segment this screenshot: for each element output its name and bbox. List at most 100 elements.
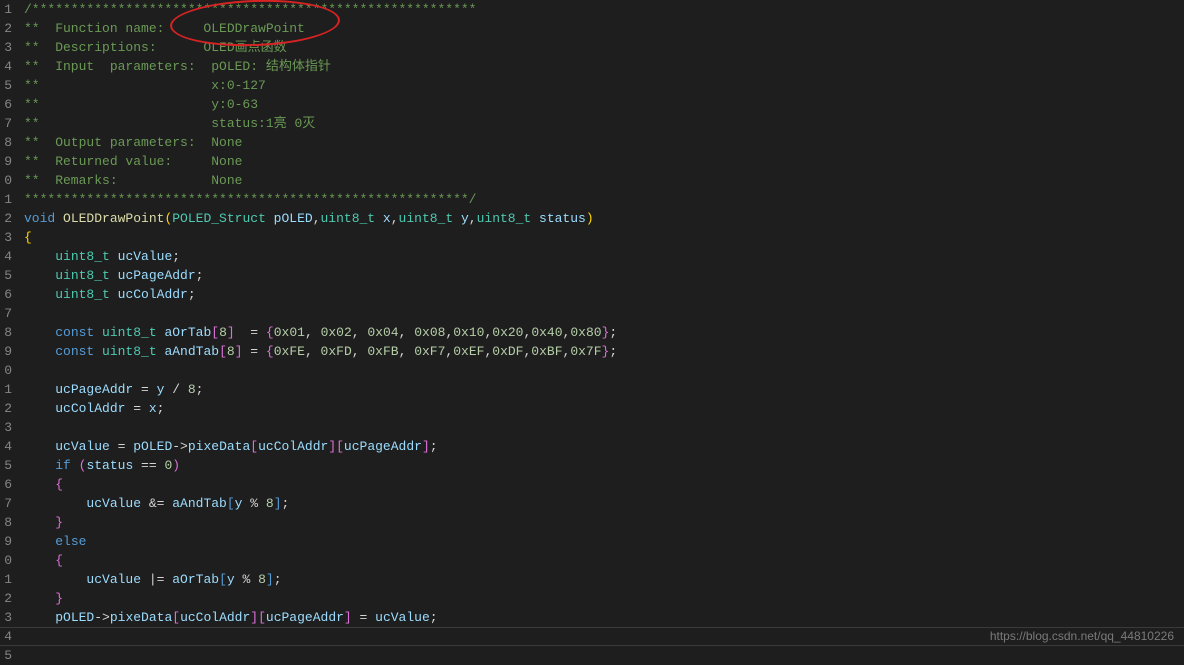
code-line[interactable]: ucValue |= aOrTab[y % 8]; [24, 570, 617, 589]
token: , [352, 325, 368, 340]
code-content[interactable]: /***************************************… [16, 0, 617, 652]
token: uint8_t [477, 211, 539, 226]
token: ; [609, 344, 617, 359]
line-number: 6 [0, 285, 12, 304]
code-line[interactable]: void OLEDDrawPoint(POLED_Struct pOLED,ui… [24, 209, 617, 228]
code-line[interactable]: ** Descriptions: OLED画点函数 [24, 38, 617, 57]
code-line[interactable]: uint8_t ucColAddr; [24, 285, 617, 304]
code-line[interactable]: ucPageAddr = y / 8; [24, 380, 617, 399]
code-line[interactable]: ** Function name: OLEDDrawPoint [24, 19, 617, 38]
code-line[interactable]: { [24, 551, 617, 570]
token: x [383, 211, 391, 226]
token [24, 344, 55, 359]
token: x [149, 401, 157, 416]
line-number-gutter: 12345678901234567890123456789012345 [0, 0, 16, 652]
token: ** Descriptions: OLED画点函数 [24, 40, 287, 55]
token: const [55, 325, 102, 340]
token: uint8_t [102, 344, 164, 359]
token: uint8_t [55, 249, 117, 264]
token: &= [141, 496, 172, 511]
token [24, 496, 86, 511]
code-line[interactable] [24, 304, 617, 323]
token: ucColAddr [118, 287, 188, 302]
line-number: 2 [0, 399, 12, 418]
code-line[interactable]: uint8_t ucValue; [24, 247, 617, 266]
code-line[interactable]: pOLED->pixeData[ucColAddr][ucPageAddr] =… [24, 608, 617, 627]
token: ucValue [118, 249, 173, 264]
token: = [125, 401, 148, 416]
line-number: 7 [0, 304, 12, 323]
token: status [539, 211, 586, 226]
line-number: 7 [0, 494, 12, 513]
token: { [55, 553, 63, 568]
token: ucColAddr [180, 610, 250, 625]
watermark-text: https://blog.csdn.net/qq_44810226 [990, 627, 1174, 646]
code-line[interactable]: } [24, 513, 617, 532]
token: 0x40 [531, 325, 562, 340]
token: ucPageAddr [266, 610, 344, 625]
token: , [352, 344, 368, 359]
line-number: 1 [0, 190, 12, 209]
token: aAndTab [172, 496, 227, 511]
code-line[interactable]: ** Returned value: None [24, 152, 617, 171]
token [24, 610, 55, 625]
token: ** Function name: OLEDDrawPoint [24, 21, 305, 36]
code-line[interactable]: ** status:1亮 0灭 [24, 114, 617, 133]
line-number: 2 [0, 19, 12, 38]
token: , [469, 211, 477, 226]
token [24, 287, 55, 302]
code-line[interactable]: ucColAddr = x; [24, 399, 617, 418]
token: { [266, 325, 274, 340]
token: 0xFB [367, 344, 398, 359]
code-line[interactable]: if (status == 0) [24, 456, 617, 475]
token: 0xFD [321, 344, 352, 359]
code-line[interactable]: ** Input parameters: pOLED: 结构体指针 [24, 57, 617, 76]
code-editor[interactable]: 12345678901234567890123456789012345 /***… [0, 0, 1184, 652]
code-line[interactable]: { [24, 228, 617, 247]
token: ucColAddr [258, 439, 328, 454]
code-line[interactable] [24, 627, 617, 646]
token: ucValue [55, 439, 110, 454]
code-line[interactable]: ucValue = pOLED->pixeData[ucColAddr][ucP… [24, 437, 617, 456]
code-line[interactable]: ucValue &= aAndTab[y % 8]; [24, 494, 617, 513]
token: 8 [227, 344, 235, 359]
token: OLEDDrawPoint [63, 211, 164, 226]
code-line[interactable]: else [24, 532, 617, 551]
code-line[interactable]: { [24, 475, 617, 494]
code-line[interactable]: const uint8_t aOrTab[8] = {0x01, 0x02, 0… [24, 323, 617, 342]
token: ** Input parameters: pOLED: 结构体指针 [24, 59, 331, 74]
line-number: 9 [0, 342, 12, 361]
line-number: 6 [0, 475, 12, 494]
code-line[interactable] [24, 361, 617, 380]
code-line[interactable]: ** y:0-63 [24, 95, 617, 114]
code-line[interactable]: ****************************************… [24, 190, 617, 209]
token [24, 249, 55, 264]
code-line[interactable]: } [24, 589, 617, 608]
token: aAndTab [164, 344, 219, 359]
line-number: 8 [0, 323, 12, 342]
token: ; [282, 496, 290, 511]
token: aOrTab [172, 572, 219, 587]
token: [ [211, 325, 219, 340]
token: ** y:0-63 [24, 97, 258, 112]
token: 0x20 [492, 325, 523, 340]
code-line[interactable]: ** Output parameters: None [24, 133, 617, 152]
token: , [391, 211, 399, 226]
token: 0x01 [274, 325, 305, 340]
code-line[interactable] [24, 646, 617, 665]
code-line[interactable]: uint8_t ucPageAddr; [24, 266, 617, 285]
token: == [133, 458, 164, 473]
token: ; [172, 249, 180, 264]
token [24, 325, 55, 340]
code-line[interactable] [24, 418, 617, 437]
code-line[interactable]: const uint8_t aAndTab[8] = {0xFE, 0xFD, … [24, 342, 617, 361]
token: 8 [219, 325, 227, 340]
token: = [235, 325, 266, 340]
code-line[interactable]: /***************************************… [24, 0, 617, 19]
token [24, 439, 55, 454]
code-line[interactable]: ** Remarks: None [24, 171, 617, 190]
token: ; [274, 572, 282, 587]
line-number: 3 [0, 228, 12, 247]
code-line[interactable]: ** x:0-127 [24, 76, 617, 95]
token: } [55, 591, 63, 606]
